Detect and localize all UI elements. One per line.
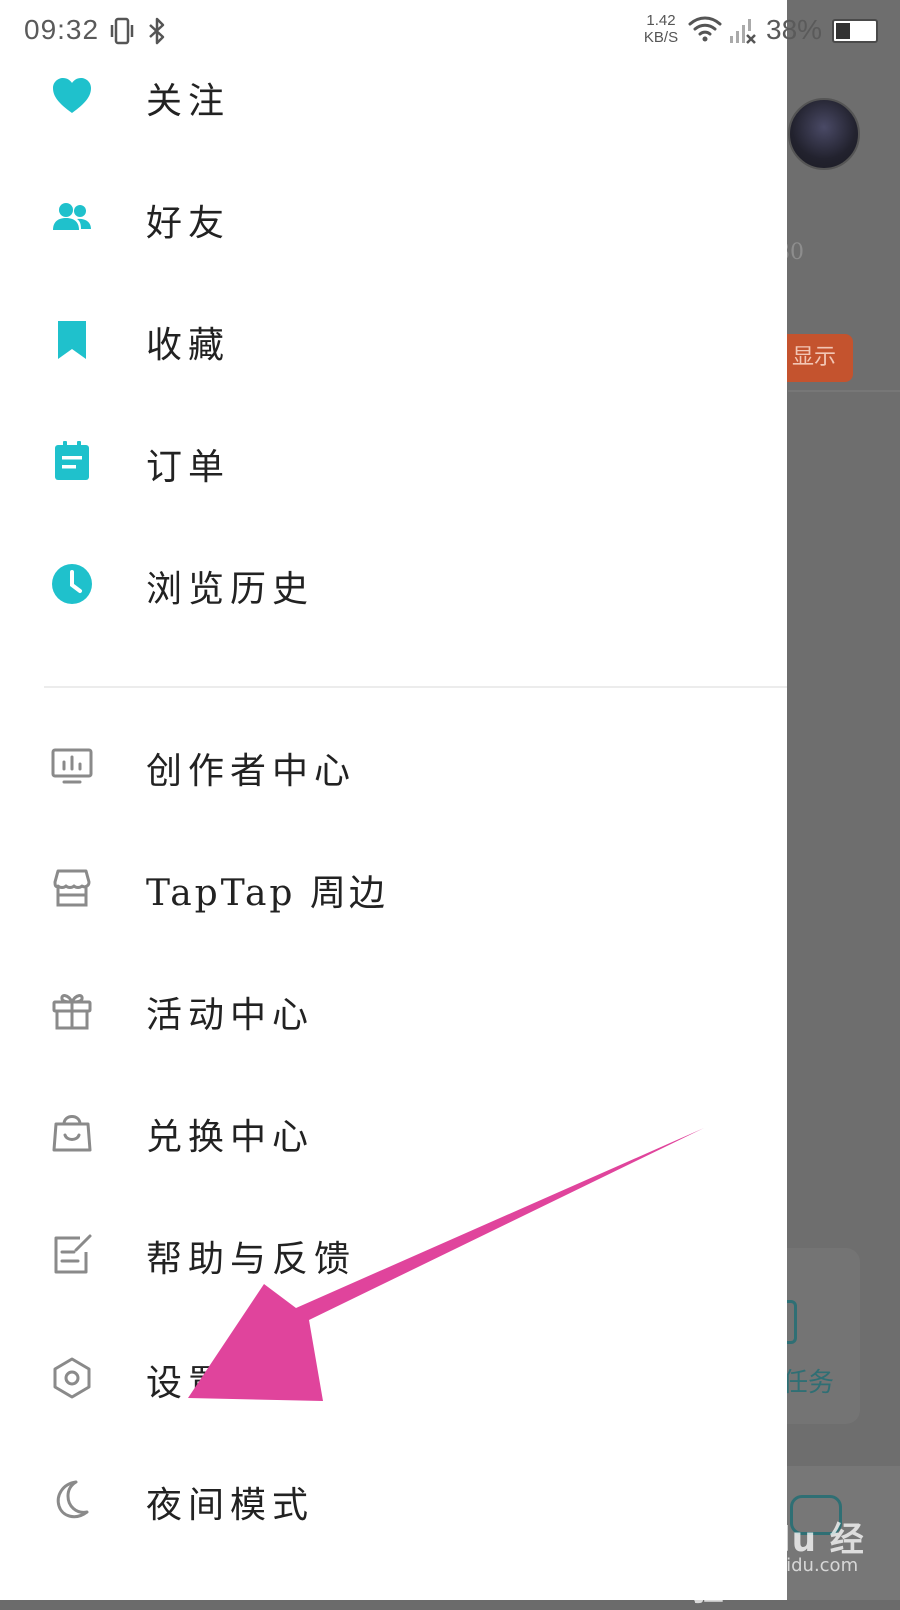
monitor-chart-icon xyxy=(51,748,93,784)
divider xyxy=(788,390,900,392)
battery-percent: 38% xyxy=(766,14,823,45)
vibrate-icon xyxy=(110,17,134,45)
drawer-item-favorites[interactable]: 收藏 xyxy=(0,288,787,388)
drawer-item-label: 收藏 xyxy=(146,325,231,366)
store-icon xyxy=(53,869,91,907)
moon-icon xyxy=(56,1480,89,1519)
drawer-item-label: 兑换中心 xyxy=(146,1117,315,1158)
heart-icon xyxy=(53,78,91,113)
drawer-item-label: 夜间模式 xyxy=(146,1485,315,1526)
watermark-url: jingyan.baidu.com xyxy=(692,1555,859,1576)
drawer-item-settings[interactable]: 设置 xyxy=(0,1326,787,1426)
network-speed: 1.42 KB/S xyxy=(636,12,686,46)
drawer-item-label: 好友 xyxy=(146,203,231,244)
network-speed-unit: KB/S xyxy=(643,29,679,46)
bookmark-icon xyxy=(58,321,86,359)
drawer-item-history[interactable]: 浏览历史 xyxy=(0,532,787,632)
drawer-item-friends[interactable]: 好友 xyxy=(0,166,787,266)
drawer-item-night-mode[interactable]: 夜间模式 xyxy=(0,1448,787,1548)
drawer-divider xyxy=(44,686,787,688)
order-icon xyxy=(55,441,89,480)
drawer-item-merch[interactable]: TapTap 周边 xyxy=(0,836,787,936)
status-bar: 09:32 1.42 KB/S 38% xyxy=(0,0,900,62)
wifi-icon xyxy=(688,16,722,42)
drawer-item-label: 创作者中心 xyxy=(146,751,357,792)
network-speed-value: 1.42 xyxy=(646,12,676,29)
drawer-item-orders[interactable]: 订单 xyxy=(0,410,787,510)
status-time: 09:32 xyxy=(24,14,100,45)
battery-level xyxy=(836,23,850,39)
drawer-item-redeem-center[interactable]: 兑换中心 xyxy=(0,1080,787,1180)
task-label: 任务 xyxy=(782,1368,835,1398)
battery-icon xyxy=(832,19,878,43)
drawer-item-label: 订单 xyxy=(146,447,231,488)
settings-hexagon-icon xyxy=(53,1357,91,1399)
clock-icon xyxy=(52,564,92,604)
drawer-item-label: 活动中心 xyxy=(146,995,315,1036)
drawer-item-label: 浏览历史 xyxy=(146,569,315,610)
gift-icon xyxy=(52,994,92,1030)
navigation-drawer: 关注 好友 收藏 订单 浏览历史 创作者中心 TapTap 周边 活动中心 兑换… xyxy=(0,0,787,1600)
drawer-item-label: 帮助与反馈 xyxy=(146,1239,357,1280)
drawer-item-label: 设置 xyxy=(146,1363,231,1404)
edit-note-icon xyxy=(54,1234,92,1274)
avatar xyxy=(788,98,860,170)
drawer-item-label: 关注 xyxy=(146,81,231,122)
friends-icon xyxy=(53,203,91,230)
drawer-item-events[interactable]: 活动中心 xyxy=(0,958,787,1058)
drawer-item-label: TapTap 周边 xyxy=(146,873,388,914)
shopping-bag-icon xyxy=(52,1115,92,1152)
drawer-item-help-feedback[interactable]: 帮助与反馈 xyxy=(0,1202,787,1302)
bluetooth-icon xyxy=(149,17,165,45)
drawer-item-creator-center[interactable]: 创作者中心 xyxy=(0,714,787,814)
signal-off-icon xyxy=(730,19,756,44)
